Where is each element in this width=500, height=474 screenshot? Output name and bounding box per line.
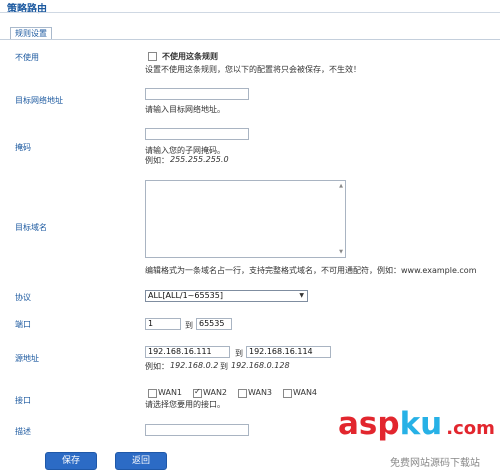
disable-rule-hint: 设置不使用这条规则，您以下的配置将只会被保存，不生效！ xyxy=(145,65,361,74)
description-input[interactable] xyxy=(145,424,249,436)
chevron-down-icon: ▼ xyxy=(299,292,304,299)
wan2-checkbox[interactable] xyxy=(193,387,202,398)
wan2-label: WAN2 xyxy=(203,388,228,397)
source-to-label: 到 xyxy=(235,349,243,358)
target-ip-hint: 请输入目标网络地址。 xyxy=(145,105,225,114)
wan4-label: WAN4 xyxy=(293,388,318,397)
source-example-to: 192.168.0.128 xyxy=(231,361,290,370)
interface-hint: 请选择您要用的接口。 xyxy=(145,400,225,409)
interface-label: 接口 xyxy=(15,396,31,405)
title-divider xyxy=(0,12,500,13)
tab-divider xyxy=(0,39,500,40)
protocol-label: 协议 xyxy=(15,293,31,302)
protocol-selected-value: ALL[ALL/1~65535] xyxy=(148,291,223,300)
port-label: 端口 xyxy=(15,320,31,329)
source-to-input[interactable]: 192.168.16.114 xyxy=(246,346,331,358)
source-from-input[interactable]: 192.168.16.111 xyxy=(145,346,230,358)
source-example-from: 192.168.0.2 xyxy=(170,361,219,370)
scroll-down-icon[interactable]: ▼ xyxy=(339,249,343,255)
wan4-checkbox[interactable] xyxy=(283,389,292,398)
disable-rule-checkbox[interactable] xyxy=(148,52,157,61)
save-button[interactable]: 保存 xyxy=(45,452,97,470)
wan1-label: WAN1 xyxy=(158,388,183,397)
disable-label: 不使用 xyxy=(15,53,39,62)
mask-example-prefix: 例如： xyxy=(145,156,169,165)
description-label: 描述 xyxy=(15,427,31,436)
watermark-ku: ku xyxy=(399,406,443,442)
mask-label: 掩码 xyxy=(15,143,31,152)
mask-input[interactable] xyxy=(145,128,249,140)
scroll-up-icon[interactable]: ▲ xyxy=(339,183,343,189)
wan3-checkbox[interactable] xyxy=(238,389,247,398)
back-button[interactable]: 返回 xyxy=(115,452,167,470)
protocol-select[interactable]: ALL[ALL/1~65535] ▼ xyxy=(145,290,308,302)
source-example-to-label: 到 xyxy=(220,362,228,371)
domain-hint: 编辑格式为一条域名占一行，支持完整格式域名，不可用通配符，例如：www.exam… xyxy=(145,266,477,275)
domain-label: 目标域名 xyxy=(15,223,47,232)
aspku-watermark-logo: aspku .com xyxy=(338,406,495,442)
disable-rule-checkbox-label: 不使用这条规则 xyxy=(162,52,218,61)
port-from-input[interactable]: 1 xyxy=(145,318,181,330)
port-to-label: 到 xyxy=(185,321,193,330)
domain-textarea[interactable]: ▲ ▼ xyxy=(145,180,346,258)
source-label: 源地址 xyxy=(15,354,39,363)
source-example-prefix: 例如： xyxy=(145,362,169,371)
wan3-label: WAN3 xyxy=(248,388,273,397)
target-ip-label: 目标网络地址 xyxy=(15,96,63,105)
wan1-checkbox[interactable] xyxy=(148,389,157,398)
mask-example-value: 255.255.255.0 xyxy=(170,155,229,164)
watermark-asp: asp xyxy=(338,406,400,442)
port-to-input[interactable]: 65535 xyxy=(196,318,232,330)
watermark-com: .com xyxy=(446,418,495,439)
watermark-subtitle: 免费网站源码下载站 xyxy=(390,458,480,469)
target-ip-input[interactable] xyxy=(145,88,249,100)
